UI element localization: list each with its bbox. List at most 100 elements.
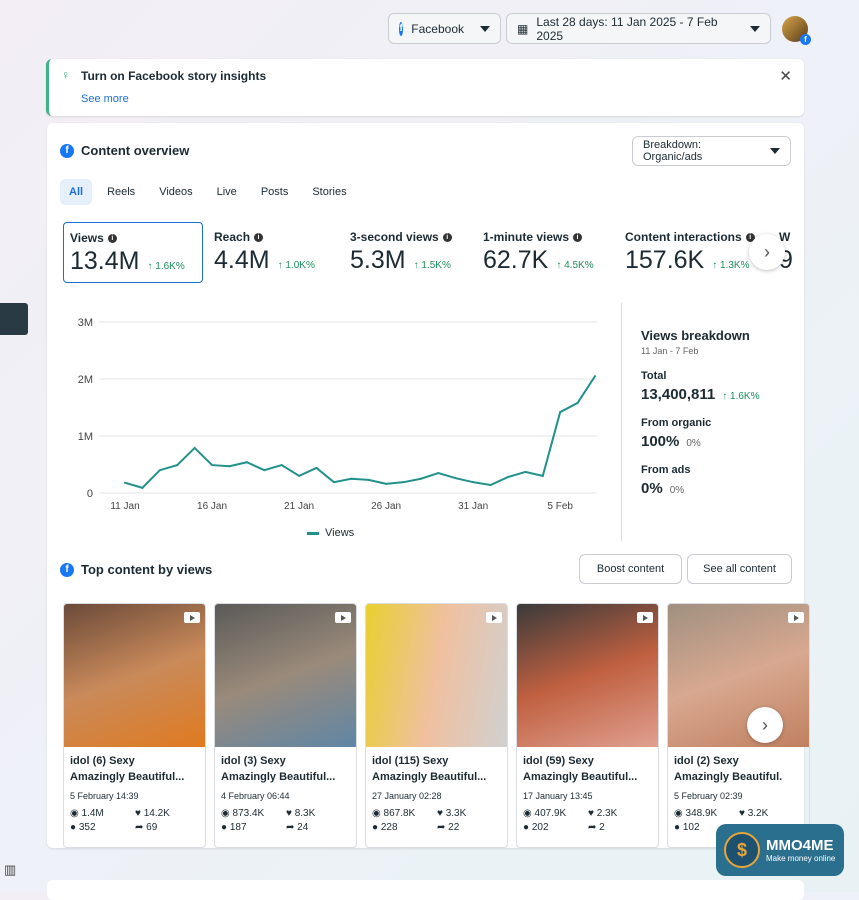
heart-icon: ♥: [588, 808, 597, 819]
views-count: 348.9K: [685, 808, 718, 819]
metric-1[interactable]: Reach i 4.4M ↑ 1.0K%: [208, 222, 338, 283]
date-range-select[interactable]: ▦ Last 28 days: 11 Jan 2025 - 7 Feb 2025: [506, 13, 771, 44]
views-count: 873.4K: [232, 808, 265, 819]
comments-count: 352: [78, 822, 96, 833]
info-icon: i: [254, 232, 264, 242]
reactions-count: 2.3K: [596, 808, 618, 819]
metric-label: Views: [70, 231, 104, 245]
post-thumbnail[interactable]: [64, 604, 205, 747]
tab-stories[interactable]: Stories: [303, 179, 355, 205]
tab-reels[interactable]: Reels: [98, 179, 144, 205]
facebook-badge-icon: f: [800, 33, 811, 45]
video-icon: [637, 612, 653, 623]
data-point: [176, 464, 179, 467]
metric-delta: ↑ 1.6K%: [147, 261, 185, 272]
panel-icon[interactable]: ▥: [4, 862, 16, 878]
y-tick-label: 2M: [78, 374, 93, 386]
post-card[interactable]: idol (59) Sexy Amazingly Beautiful... 17 …: [516, 603, 659, 848]
sidebar-toggle[interactable]: [0, 303, 28, 335]
x-tick-label: 16 Jan: [197, 501, 227, 512]
organic-label: From organic: [641, 417, 712, 429]
post-card[interactable]: idol (3) Sexy Amazingly Beautiful... 4 Fe…: [214, 603, 357, 848]
data-point: [594, 375, 596, 378]
tab-posts[interactable]: Posts: [252, 179, 298, 205]
metric-value: 62.7K: [483, 246, 549, 274]
facebook-icon: f: [60, 143, 74, 158]
post-card[interactable]: idol (2) Sexy Amazingly Beautiful. 5 Febr…: [667, 603, 810, 848]
chevron-down-icon: [750, 25, 760, 32]
see-all-content-button[interactable]: See all content: [687, 554, 792, 584]
metric-value: 4.4M: [214, 246, 270, 274]
x-tick-label: 31 Jan: [458, 501, 488, 512]
ads-value: 0%: [641, 480, 663, 497]
comment-icon: ●: [523, 822, 532, 833]
post-thumbnail[interactable]: [668, 604, 809, 747]
legend-label: Views: [325, 527, 355, 539]
info-icon: i: [573, 232, 583, 242]
organic-value: 100%: [641, 433, 680, 450]
post-thumbnail[interactable]: [215, 604, 356, 747]
chart-legend: Views: [307, 527, 354, 539]
data-point: [263, 469, 266, 472]
post-thumbnail[interactable]: [366, 604, 507, 747]
data-point: [437, 472, 440, 475]
eye-icon: ◉: [70, 808, 82, 819]
post-date: 5 February 02:39: [674, 791, 743, 801]
video-icon: [335, 612, 351, 623]
post-title: idol (2) Sexy: [674, 755, 739, 767]
boost-content-button[interactable]: Boost content: [579, 554, 682, 584]
eye-icon: ◉: [674, 808, 686, 819]
video-icon: [788, 612, 804, 623]
post-thumbnail[interactable]: [517, 604, 658, 747]
data-point: [454, 477, 457, 480]
tab-live[interactable]: Live: [208, 179, 246, 205]
ads-delta: 0%: [669, 485, 685, 496]
heart-icon: ♥: [286, 808, 295, 819]
shares-count: 22: [448, 822, 460, 833]
section-title: Content overview: [81, 143, 190, 158]
tab-videos[interactable]: Videos: [150, 179, 201, 205]
legend-swatch: [307, 531, 319, 535]
data-point: [559, 411, 562, 414]
post-title-line2: Amazingly Beautiful...: [372, 771, 487, 783]
tab-all[interactable]: All: [60, 179, 93, 205]
post-card[interactable]: idol (115) Sexy Amazingly Beautiful... 27…: [365, 603, 508, 848]
series-line-views: [124, 375, 596, 489]
avatar[interactable]: f: [782, 15, 811, 45]
data-point: [315, 466, 318, 469]
data-point: [576, 401, 579, 404]
breakdown-select[interactable]: Breakdown: Organic/ads: [632, 136, 791, 166]
comment-icon: ●: [221, 822, 230, 833]
story-insights-notice: ♀ Turn on Facebook story insights See mo…: [46, 59, 804, 116]
metric-value: 13.4M: [70, 247, 140, 275]
posts-next-button[interactable]: ›: [747, 707, 783, 743]
close-icon[interactable]: ✕: [779, 67, 792, 85]
metric-4[interactable]: Content interactions i 157.6K ↑ 1.3K%: [619, 222, 769, 283]
metric-2[interactable]: 3-second views i 5.3M ↑ 1.5K%: [344, 222, 472, 283]
data-point: [193, 446, 196, 449]
platform-select[interactable]: f Facebook: [388, 13, 501, 44]
x-tick-label: 11 Jan: [110, 501, 139, 512]
views-breakdown-panel: Views breakdown 11 Jan - 7 Feb Total 13,…: [641, 328, 760, 497]
comments-count: 187: [229, 822, 247, 833]
post-card[interactable]: idol (6) Sexy Amazingly Beautiful... 5 Fe…: [63, 603, 206, 848]
metric-0[interactable]: Views i 13.4M ↑ 1.6K%: [63, 222, 203, 283]
post-title: idol (59) Sexy: [523, 755, 594, 767]
comment-icon: ●: [674, 822, 683, 833]
views-line-chart: 0 1M 2M 3M 11 Jan 16 Jan 21 Jan 26 Jan 31 Jan 5 F…: [78, 317, 597, 512]
heart-icon: ♥: [135, 808, 144, 819]
post-title-line2: Amazingly Beautiful...: [70, 771, 185, 783]
post-title-line2: Amazingly Beautiful...: [221, 771, 336, 783]
metric-3[interactable]: 1-minute views i 62.7K ↑ 4.5K%: [477, 222, 612, 283]
post-title: idol (3) Sexy: [221, 755, 286, 767]
top-content-title: Top content by views: [81, 562, 213, 577]
see-more-link[interactable]: See more: [81, 93, 129, 105]
metrics-next-button[interactable]: ›: [749, 234, 785, 270]
share-icon: ➦: [135, 822, 147, 833]
chevron-down-icon: [480, 25, 490, 32]
post-date: 17 January 13:45: [523, 791, 593, 801]
reactions-count: 8.3K: [294, 808, 316, 819]
post-title-line2: Amazingly Beautiful...: [523, 771, 638, 783]
date-range-label: Last 28 days: 11 Jan 2025 - 7 Feb 2025: [536, 14, 718, 43]
share-icon: ➦: [286, 822, 298, 833]
